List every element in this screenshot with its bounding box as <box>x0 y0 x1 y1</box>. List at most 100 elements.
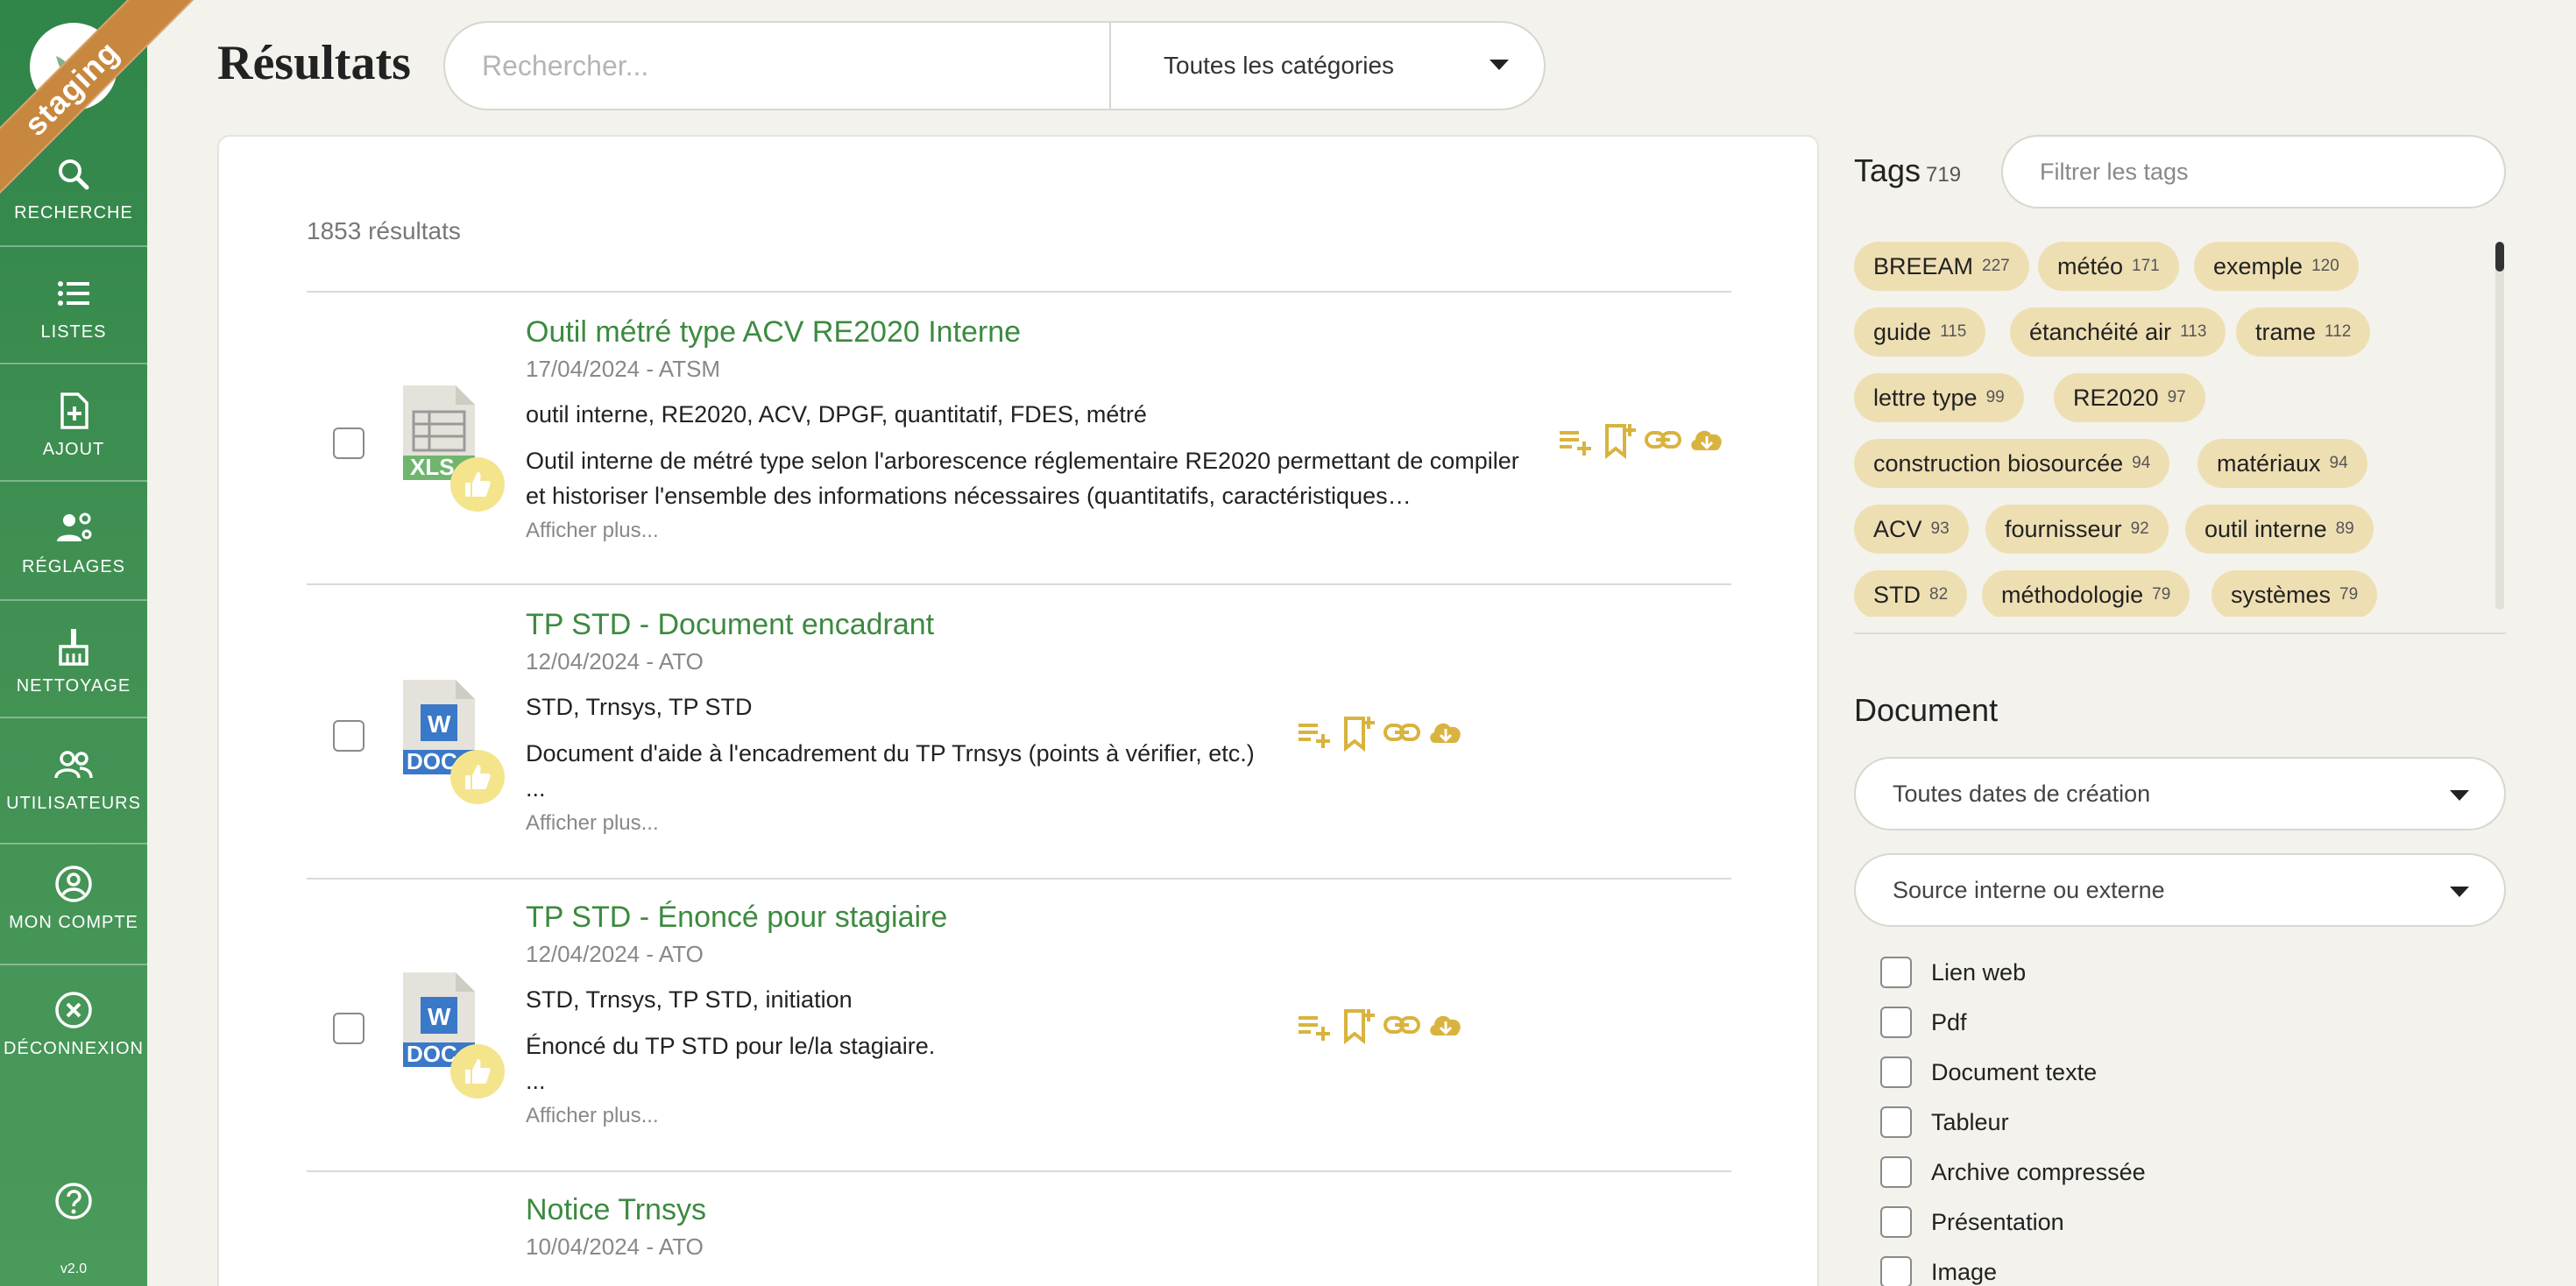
tags-scrollbar-track[interactable] <box>2495 242 2504 610</box>
result-title[interactable]: Outil métré type ACV RE2020 Interne <box>526 315 1021 350</box>
tag-filter-input[interactable] <box>2001 135 2506 208</box>
add-to-list-icon[interactable] <box>1556 420 1595 459</box>
result-meta: 17/04/2024 - ATSM <box>526 356 721 382</box>
tag-label: fournisseur <box>2005 515 2122 542</box>
tag-count: 94 <box>2132 454 2151 472</box>
checkbox[interactable] <box>1880 1156 1912 1188</box>
tag-chip[interactable]: trame 112 <box>2236 307 2371 357</box>
sidebar-item-label: AJOUT <box>42 440 105 459</box>
sidebar-item-recherche[interactable]: RECHERCHE <box>0 154 147 223</box>
tags-count: 719 <box>1926 163 1962 187</box>
source-select[interactable]: Source interne ou externe <box>1854 853 2506 927</box>
sidebar-divider <box>0 245 147 247</box>
tag-label: systèmes <box>2231 581 2332 608</box>
search-input[interactable] <box>445 23 1109 109</box>
checkbox[interactable] <box>1880 1106 1912 1138</box>
list-icon <box>58 281 89 306</box>
show-more-link[interactable]: Afficher plus... <box>526 811 659 836</box>
cloud-download-icon[interactable] <box>1426 713 1465 752</box>
result-title[interactable]: TP STD - Énoncé pour stagiaire <box>526 901 947 935</box>
tag-chip[interactable]: systèmes 79 <box>2212 570 2378 617</box>
tag-chip[interactable]: matériaux 94 <box>2197 439 2367 488</box>
result-title[interactable]: TP STD - Document encadrant <box>526 608 934 642</box>
checkbox[interactable] <box>1880 1007 1912 1038</box>
tag-chip[interactable]: RE2020 97 <box>2054 373 2205 422</box>
sidebar-item-nettoyage[interactable]: NETTOYAGE <box>0 627 147 696</box>
tag-count: 120 <box>2311 257 2339 275</box>
result-checkbox[interactable] <box>333 720 364 752</box>
tag-chip[interactable]: étanchéité air 113 <box>2010 307 2226 357</box>
tag-chip[interactable]: outil interne 89 <box>2185 505 2374 554</box>
document-heading: Document <box>1854 692 1999 728</box>
tag-chip[interactable]: exemple 120 <box>2194 242 2359 291</box>
tags-title: Tags <box>1854 152 1921 188</box>
tag-chip[interactable]: ACV 93 <box>1854 505 1969 554</box>
tag-label: guide <box>1873 318 1932 345</box>
tag-count: 171 <box>2132 257 2160 275</box>
add-to-list-icon[interactable] <box>1295 713 1334 752</box>
result-checkbox[interactable] <box>333 427 364 459</box>
result-meta: 12/04/2024 - ATO <box>526 648 704 675</box>
add-to-list-icon[interactable] <box>1295 1006 1334 1044</box>
creation-date-select[interactable]: Toutes dates de création <box>1854 757 2506 830</box>
app-version: v2.0 <box>60 1261 88 1276</box>
filter-option-document-texte[interactable]: Document texte <box>1880 1056 2097 1088</box>
page-title: Résultats <box>217 36 411 90</box>
filter-option-presentation[interactable]: Présentation <box>1880 1206 2064 1238</box>
tag-chip[interactable]: fournisseur 92 <box>1985 505 2169 554</box>
result-checkbox[interactable] <box>333 1013 364 1044</box>
filter-option-tableur[interactable]: Tableur <box>1880 1106 2009 1138</box>
tag-chip[interactable]: BREEAM 227 <box>1854 242 2029 291</box>
sidebar-item-ajout[interactable]: AJOUT <box>0 391 147 460</box>
filter-option-archive[interactable]: Archive compressée <box>1880 1156 2146 1188</box>
link-icon[interactable] <box>1383 1006 1421 1044</box>
tag-chip[interactable]: construction biosourcée 94 <box>1854 439 2170 488</box>
tag-chip[interactable]: guide 115 <box>1854 307 1986 357</box>
bookmark-add-icon[interactable] <box>1339 713 1377 752</box>
help-button[interactable] <box>0 1181 147 1230</box>
checkbox[interactable] <box>1880 957 1912 988</box>
checkbox[interactable] <box>1880 1256 1912 1286</box>
sidebar-item-listes[interactable]: LISTES <box>0 273 147 343</box>
category-select-value: Toutes les catégories <box>1164 52 1395 79</box>
tag-chip[interactable]: météo 171 <box>2038 242 2179 291</box>
result-actions <box>1295 1006 1465 1044</box>
link-icon[interactable] <box>1644 420 1682 459</box>
sidebar-item-utilisateurs[interactable]: UTILISATEURS <box>0 745 147 814</box>
tag-chip[interactable]: STD 82 <box>1854 570 1968 617</box>
tags-scrollbar-thumb[interactable] <box>2495 242 2504 272</box>
cloud-download-icon[interactable] <box>1688 420 1726 459</box>
filter-option-label: Tableur <box>1931 1108 2009 1135</box>
cloud-download-icon[interactable] <box>1426 1006 1465 1044</box>
app-logo[interactable] <box>30 23 117 110</box>
search-bar: Toutes les catégories <box>443 21 1546 110</box>
tag-label: STD <box>1873 581 1921 608</box>
tag-chip[interactable]: lettre type 99 <box>1854 373 2024 422</box>
tag-chip[interactable]: méthodologie 79 <box>1982 570 2190 617</box>
broom-icon <box>59 629 88 666</box>
filter-option-image[interactable]: Image <box>1880 1256 1997 1286</box>
checkbox[interactable] <box>1880 1206 1912 1238</box>
checkbox[interactable] <box>1880 1056 1912 1088</box>
filter-option-lien-web[interactable]: Lien web <box>1880 957 2026 988</box>
show-more-link[interactable]: Afficher plus... <box>526 519 659 543</box>
chevron-down-icon <box>2450 887 2469 897</box>
filter-option-pdf[interactable]: Pdf <box>1880 1007 1967 1038</box>
row-divider <box>307 291 1731 293</box>
sidebar-item-deconnexion[interactable]: DÉCONNEXION <box>0 990 147 1059</box>
bookmark-add-icon[interactable] <box>1600 420 1638 459</box>
sidebar-item-reglages[interactable]: RÉGLAGES <box>0 508 147 577</box>
result-title[interactable]: Notice Trnsys <box>526 1193 706 1227</box>
file-type-label: DOC <box>407 1041 457 1067</box>
show-more-link[interactable]: Afficher plus... <box>526 1104 659 1128</box>
file-type-label: DOC <box>407 748 457 774</box>
sidebar-item-mon-compte[interactable]: MON COMPTE <box>0 864 147 933</box>
link-icon[interactable] <box>1383 713 1421 752</box>
result-meta: 12/04/2024 - ATO <box>526 941 704 967</box>
account-circle-icon <box>55 866 92 902</box>
sidebar-divider <box>0 599 147 601</box>
bookmark-add-icon[interactable] <box>1339 1006 1377 1044</box>
category-select[interactable]: Toutes les catégories <box>1109 23 1544 109</box>
sidebar-item-label: DÉCONNEXION <box>4 1039 144 1058</box>
source-select-value: Source interne ou externe <box>1893 876 2165 903</box>
